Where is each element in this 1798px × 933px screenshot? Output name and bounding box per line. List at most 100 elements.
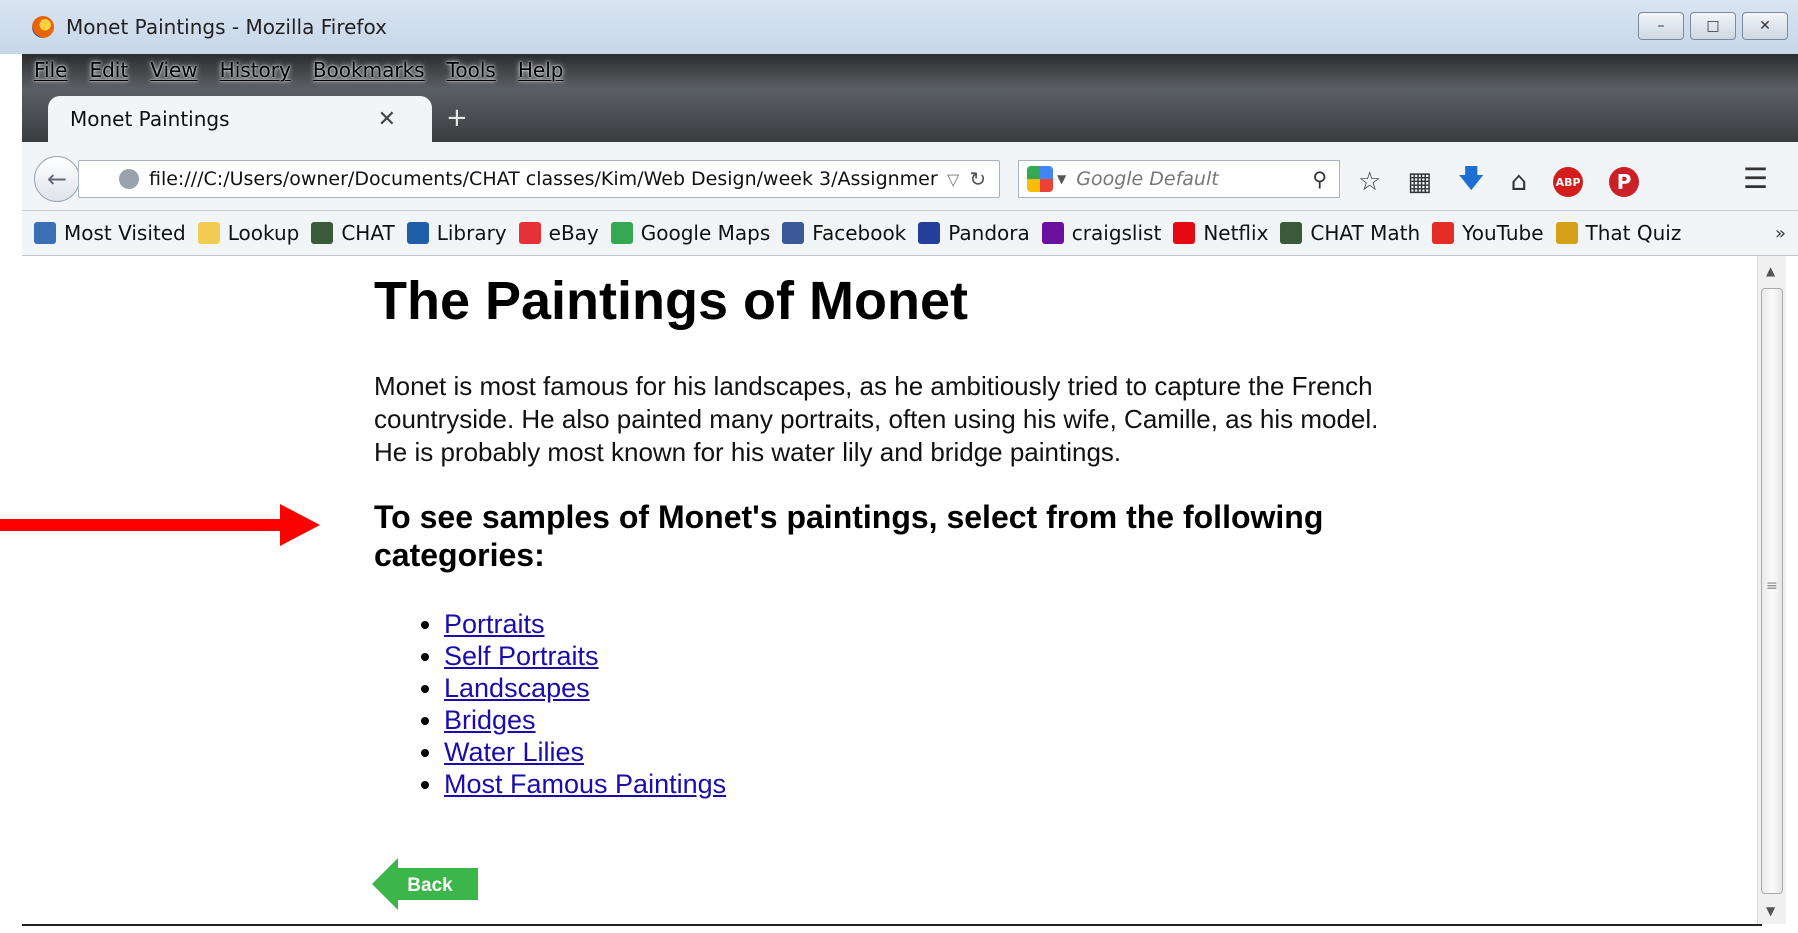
menu-help[interactable]: Help [518,58,564,82]
back-button-label: Back [407,875,453,896]
bookmark-label: craigslist [1071,221,1162,245]
bookmark-item[interactable]: CHAT [311,221,395,245]
scroll-down-icon[interactable]: ▼ [1766,904,1775,918]
bookmark-icon [197,222,220,244]
bookmark-label: CHAT [341,221,395,245]
menu-bar: File Edit View History Bookmarks Tools H… [34,58,563,82]
bookmark-label: CHAT Math [1310,221,1421,245]
bookmarks-overflow-icon[interactable]: » [1775,223,1786,244]
link-portraits[interactable]: Portraits [444,609,545,639]
tab-monet-paintings[interactable]: Monet Paintings ✕ [48,96,432,142]
url-text[interactable]: file:///C:/Users/owner/Documents/CHAT cl… [149,168,939,190]
title-bar: Monet Paintings - Mozilla Firefox – □ ✕ [0,0,1798,54]
bookmark-label: Netflix [1203,221,1269,245]
tab-label: Monet Paintings [70,107,230,131]
new-tab-button[interactable]: + [446,103,468,133]
tab-close-icon[interactable]: ✕ [378,107,396,132]
reading-list-icon[interactable]: ▦ [1407,167,1432,197]
bookmark-icon [406,222,429,244]
toolbar-icons: ☆ ▦ 🡇 ⌂ ABP P [1358,160,1640,204]
link-bridges[interactable]: Bridges [444,705,536,735]
bookmark-icon [1280,222,1303,244]
categories-heading: To see samples of Monet's paintings, sel… [374,499,1324,573]
maximize-button[interactable]: □ [1690,12,1736,40]
browser-window: Monet Paintings - Mozilla Firefox – □ ✕ … [0,0,1798,933]
google-icon[interactable] [1027,166,1053,192]
bookmark-label: Most Visited [64,221,186,245]
close-window-button[interactable]: ✕ [1742,12,1788,40]
bookmark-icon [918,222,941,244]
bookmark-icon [1555,222,1578,244]
menu-file[interactable]: File [34,58,67,82]
bookmark-item[interactable]: Netflix [1173,221,1268,245]
red-arrow-icon [0,504,320,546]
bookmark-item[interactable]: Pandora [918,221,1030,245]
list-item: Water Lilies [444,736,726,768]
bookmark-item[interactable]: Lookup [197,221,299,245]
list-item: Most Famous Paintings [444,768,726,800]
category-list: Portraits Self Portraits Landscapes Brid… [444,608,726,800]
back-arrow-icon[interactable]: ← [34,156,80,202]
pinterest-icon[interactable]: P [1609,167,1640,197]
bookmark-item[interactable]: Library [406,221,507,245]
navigation-bar: ← file:///C:/Users/owner/Documents/CHAT … [22,142,1798,211]
globe-icon [119,169,139,189]
menu-hamburger-icon[interactable]: ☰ [1743,162,1768,195]
link-landscapes[interactable]: Landscapes [444,673,590,703]
bookmarks-bar: Most Visited Lookup CHAT Library eBay Google … [22,211,1798,256]
bookmark-star-icon[interactable]: ☆ [1358,167,1381,197]
scrollbar-grip-icon: ≡ [1766,578,1778,594]
bookmark-icon [518,222,541,244]
bookmark-label: Facebook [812,221,907,245]
bookmark-icon [782,222,805,244]
intro-paragraph: Monet is most famous for his landscapes,… [374,371,1379,467]
search-bar[interactable]: ▼ Google Default ⚲ [1018,160,1340,198]
page-content [22,256,1762,926]
list-item: Self Portraits [444,640,726,672]
page-title: The Paintings of Monet [374,271,968,331]
bookmark-item[interactable]: YouTube [1432,221,1544,245]
scroll-up-icon[interactable]: ▲ [1766,264,1775,278]
search-placeholder[interactable]: Google Default [1076,168,1218,190]
bookmark-item[interactable]: That Quiz [1555,221,1682,245]
bookmark-item[interactable]: Most Visited [34,221,186,245]
bookmark-icon [34,222,56,244]
bookmark-label: That Quiz [1585,221,1682,245]
minimize-button[interactable]: – [1638,12,1684,40]
bookmark-item[interactable]: craigslist [1041,221,1162,245]
bookmark-icon [1041,222,1064,244]
bookmark-icon [610,222,633,244]
link-most-famous-paintings[interactable]: Most Famous Paintings [444,769,726,799]
vertical-scrollbar[interactable]: ▲ ≡ ▼ [1757,256,1786,924]
bookmark-label: Google Maps [640,221,771,245]
window-title: Monet Paintings - Mozilla Firefox [66,15,387,39]
link-water-lilies[interactable]: Water Lilies [444,737,584,767]
bookmark-label: YouTube [1462,221,1544,245]
adblock-icon[interactable]: ABP [1553,167,1584,197]
bookmark-item[interactable]: Facebook [782,221,906,245]
search-icon[interactable]: ⚲ [1312,167,1327,191]
url-dropdown-icon[interactable]: ▽ [947,170,959,189]
menu-history[interactable]: History [220,58,291,82]
menu-tools[interactable]: Tools [447,58,496,82]
list-item: Portraits [444,608,726,640]
search-engine-dropdown-icon[interactable]: ▼ [1057,172,1066,186]
window-controls: – □ ✕ [1638,12,1788,40]
link-self-portraits[interactable]: Self Portraits [444,641,599,671]
bookmark-item[interactable]: eBay [518,221,599,245]
bookmark-item[interactable]: CHAT Math [1280,221,1420,245]
bookmark-label: Library [436,221,507,245]
list-item: Landscapes [444,672,726,704]
bookmark-icon [311,222,334,244]
back-button[interactable]: Back [372,858,478,910]
bookmark-icon [1432,222,1455,244]
reload-icon[interactable]: ↻ [969,167,986,191]
url-bar[interactable]: file:///C:/Users/owner/Documents/CHAT cl… [78,160,1000,198]
menu-edit[interactable]: Edit [89,58,128,82]
home-icon[interactable]: ⌂ [1511,167,1528,197]
bookmark-label: eBay [548,221,599,245]
bookmark-item[interactable]: Google Maps [610,221,771,245]
menu-bookmarks[interactable]: Bookmarks [313,58,425,82]
menu-view[interactable]: View [150,58,197,82]
downloads-icon[interactable]: 🡇 [1458,160,1485,204]
